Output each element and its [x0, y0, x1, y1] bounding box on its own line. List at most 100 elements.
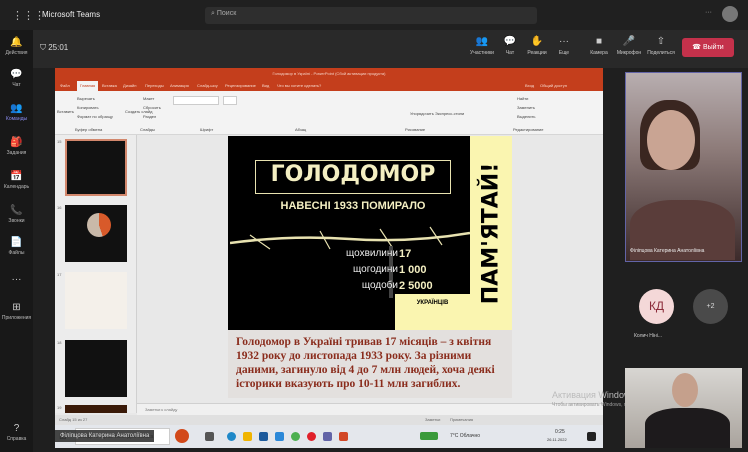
tab-file[interactable]: Файл [60, 83, 70, 88]
store-icon[interactable] [259, 432, 268, 441]
user-avatar[interactable] [722, 6, 738, 22]
edge-icon[interactable] [227, 432, 236, 441]
label: Чат [505, 50, 515, 56]
tab-home[interactable]: Главная [77, 81, 99, 91]
more-options-button[interactable]: ··· [705, 9, 712, 16]
tab-animations[interactable]: Анимация [170, 83, 189, 88]
arrange-button[interactable]: Упорядочить [410, 111, 434, 116]
phone-icon: 📞 [10, 205, 23, 216]
tab-transitions[interactable]: Переходы [145, 83, 164, 88]
tab-slideshow[interactable]: Слайд-шоу [197, 83, 218, 88]
leave-button[interactable]: ☎ Выйти [682, 38, 734, 57]
thumb-number: 15 [57, 139, 62, 144]
slide-subtitle: НАВЕСНІ 1933 ПОМИРАЛО [280, 200, 426, 212]
notes-button[interactable]: Заметки [425, 417, 440, 422]
notes-input[interactable]: Заметки к слайду [137, 403, 603, 415]
tab-design[interactable]: Дизайн [123, 83, 136, 88]
thumb-number: 18 [57, 340, 62, 345]
hand-icon: ✋ [530, 36, 544, 47]
notifications-icon[interactable] [587, 432, 596, 441]
rail-activity[interactable]: 🔔 Действия [0, 37, 33, 56]
paste-button[interactable]: Вставить [57, 109, 74, 114]
cut-button[interactable]: Вырезать [77, 96, 95, 101]
copy-button[interactable]: Копировать [77, 105, 99, 110]
rail-files[interactable]: 📄 Файлы [0, 237, 33, 256]
font-size-input[interactable] [223, 96, 237, 105]
clock-date[interactable]: 26.11.2022 [547, 437, 567, 442]
tab-review[interactable]: Рецензирование [225, 83, 256, 88]
more-participants-button[interactable]: +2 [693, 289, 728, 324]
participant-avatar[interactable]: КД [639, 289, 674, 324]
tell-me-input[interactable]: Что вы хотите сделать? [277, 83, 321, 88]
opera-icon[interactable] [307, 432, 316, 441]
rail-more[interactable]: ··· [0, 274, 33, 287]
participants-button[interactable]: 👥 Участники [467, 36, 497, 56]
tab-insert[interactable]: Вставка [102, 83, 117, 88]
chat-button[interactable]: 💬 Чат [495, 36, 525, 56]
replace-button[interactable]: Заменить [517, 105, 535, 110]
select-button[interactable]: Выделить [517, 114, 535, 119]
slide-thumbnail-18[interactable] [65, 340, 127, 397]
more-button[interactable]: ··· Еще [549, 36, 579, 56]
rail-calls[interactable]: 📞 Звонки [0, 205, 33, 224]
rail-assignments[interactable]: 🎒 Задания [0, 137, 33, 156]
section-button[interactable]: Раздел [143, 114, 156, 119]
slide-thumbnail-17[interactable] [65, 272, 127, 329]
rail-teams[interactable]: 👥 Команды [0, 103, 33, 122]
reset-button[interactable]: Сбросить [143, 105, 161, 110]
label: Поделиться [647, 50, 675, 56]
quick-styles-button[interactable]: Экспресс-стили [435, 111, 464, 116]
slide-title: ГОЛОДОМОР [270, 162, 436, 187]
slide-thumbnail-15[interactable] [65, 139, 127, 196]
thumb-number: 19 [57, 405, 62, 410]
rail-label: Файлы [8, 250, 25, 256]
share-button[interactable]: ⇧ Поделиться [646, 36, 676, 56]
rail-calendar[interactable]: 📅 Календарь [0, 171, 33, 190]
teams-taskbar-icon[interactable] [323, 432, 332, 441]
find-button[interactable]: Найти [517, 96, 528, 101]
clock-time[interactable]: 0:25 [555, 429, 565, 435]
file-icon: 📄 [10, 237, 23, 248]
unit-label: УКРАЇНЦІВ [416, 300, 449, 306]
thumb-number: 17 [57, 272, 62, 277]
chat-icon: 💬 [503, 36, 517, 47]
cortana-icon[interactable] [175, 429, 189, 443]
layout-button[interactable]: Макет [143, 96, 154, 101]
task-view-icon[interactable] [205, 432, 214, 441]
share-doc-button[interactable]: Общий доступ [540, 83, 567, 88]
stat-value: 2 5000 [399, 280, 433, 292]
camera-button[interactable]: ■ Камера [584, 36, 614, 56]
signin-link[interactable]: Вход [525, 83, 534, 88]
mail-icon[interactable] [275, 432, 284, 441]
rail-chat[interactable]: 💬 Чат [0, 69, 33, 88]
explorer-icon[interactable] [243, 432, 252, 441]
rail-apps[interactable]: ⊞ Приложения [0, 302, 33, 321]
ellipsis-icon: ··· [559, 36, 569, 47]
side-text: ПАМ'ЯТАЙ! [478, 162, 504, 304]
slide-thumbnail-16[interactable] [65, 205, 127, 262]
chrome-icon[interactable] [291, 432, 300, 441]
calendar-icon: 📅 [10, 171, 23, 182]
stat-label: щодоби [361, 280, 398, 291]
comments-button[interactable]: Примечания [450, 417, 473, 422]
font-group: Шрифт [200, 127, 214, 132]
app-launcher-icon[interactable]: ⋮⋮⋮ [12, 9, 45, 22]
reactions-button[interactable]: ✋ Реакции [522, 36, 552, 56]
rail-label: Календарь [3, 184, 30, 190]
editing-group: Редактирование [513, 127, 544, 132]
weather-widget[interactable]: 7°C Облачно [450, 433, 480, 439]
format-painter-button[interactable]: Формат по образцу [77, 114, 113, 119]
powerpoint-taskbar-icon[interactable] [339, 432, 348, 441]
tab-view[interactable]: Вид [262, 83, 269, 88]
search-input[interactable]: ⌕ Поиск [205, 7, 537, 24]
mic-off-icon: 🎤 [622, 36, 636, 47]
rail-help[interactable]: ? Справка [0, 423, 33, 442]
slide-thumbnail-19[interactable] [65, 405, 127, 413]
stat-value: 1 000 [399, 264, 427, 276]
video-person-face [672, 373, 698, 407]
microphone-button[interactable]: 🎤 Микрофон [614, 36, 644, 56]
ribbon-tabs: Файл Главная Вставка Дизайн Переходы Ани… [55, 80, 603, 91]
font-name-input[interactable] [173, 96, 219, 105]
search-placeholder: Поиск [216, 10, 237, 17]
participant-name: Колич Ніні... [634, 333, 663, 339]
